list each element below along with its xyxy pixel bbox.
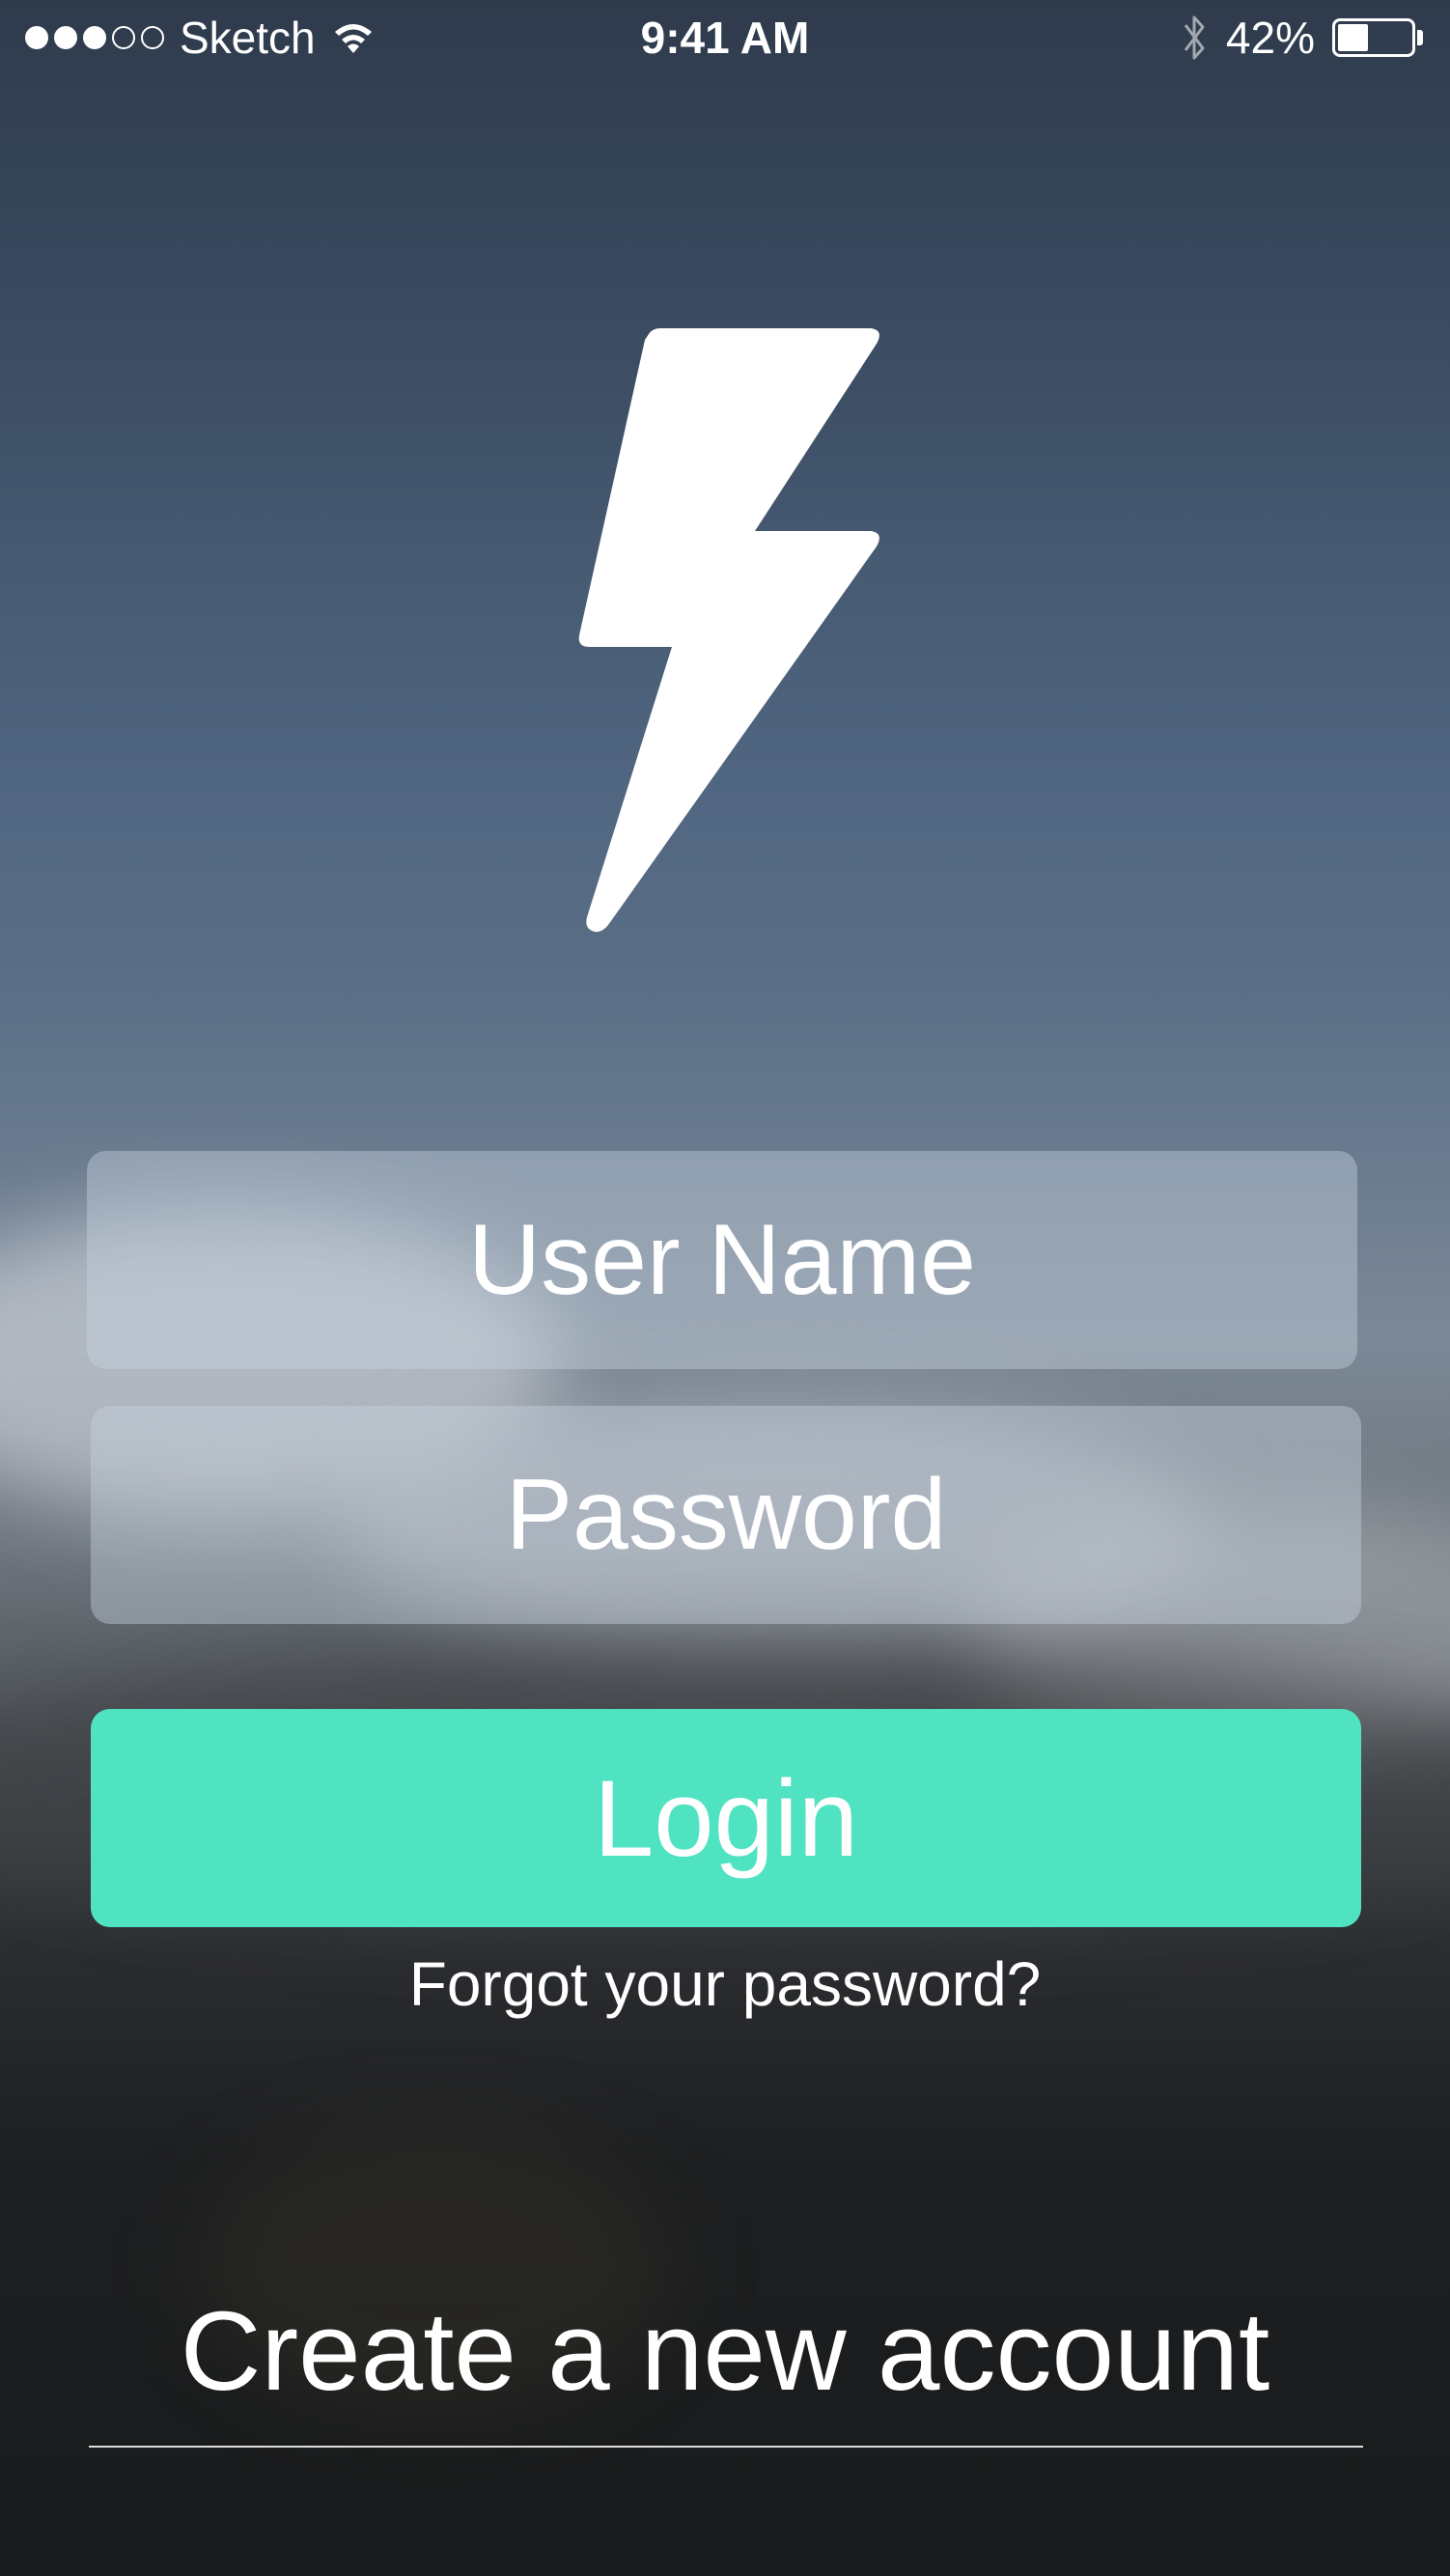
username-field[interactable]: User Name: [87, 1151, 1357, 1369]
password-field[interactable]: Password: [91, 1406, 1361, 1624]
create-account-link[interactable]: Create a new account: [0, 2286, 1450, 2416]
battery-level: [1338, 24, 1368, 51]
create-account-underline: [89, 2446, 1363, 2448]
battery-icon: [1332, 18, 1425, 57]
battery-percentage: 42%: [1225, 13, 1315, 63]
bluetooth-icon: [1184, 15, 1205, 60]
lightning-bolt-icon: [578, 328, 879, 933]
status-right: 42%: [1180, 12, 1425, 64]
password-placeholder: Password: [505, 1458, 947, 1571]
status-bar: Sketch 9:41 AM 42%: [0, 0, 1450, 77]
login-button[interactable]: Login: [91, 1709, 1361, 1927]
forgot-password-link[interactable]: Forgot your password?: [0, 1948, 1450, 2020]
login-screen: Sketch 9:41 AM 42% User Name Password Lo…: [0, 0, 1450, 2576]
login-button-label: Login: [593, 1757, 859, 1879]
battery-tip: [1417, 30, 1423, 45]
username-placeholder: User Name: [468, 1203, 976, 1316]
